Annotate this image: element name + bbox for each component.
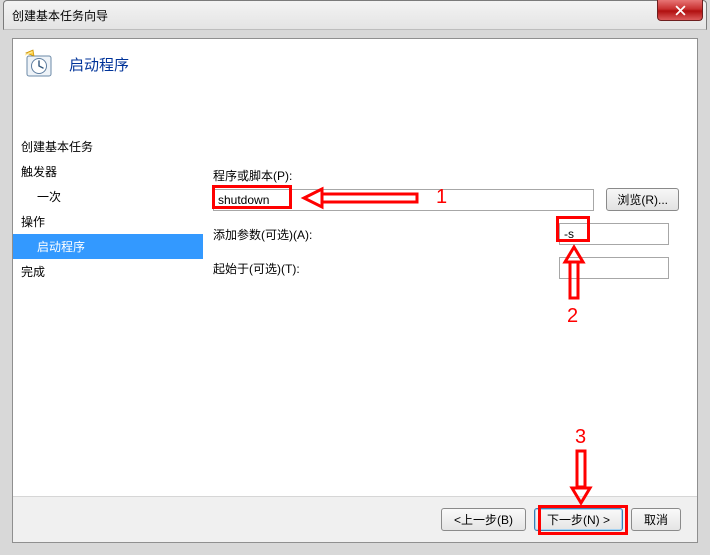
- wizard-header: 启动程序: [13, 39, 697, 89]
- wizard-button-bar: <上一步(B) 下一步(N) > 取消: [13, 496, 697, 542]
- browse-button[interactable]: 浏览(R)...: [606, 188, 679, 211]
- startin-label: 起始于(可选)(T):: [213, 260, 559, 277]
- back-button[interactable]: <上一步(B): [441, 508, 526, 531]
- startin-input[interactable]: [559, 257, 669, 279]
- title-bar: 创建基本任务向导: [3, 0, 707, 30]
- args-label: 添加参数(可选)(A):: [213, 226, 559, 243]
- page-title: 启动程序: [69, 54, 129, 75]
- program-input[interactable]: [213, 189, 594, 211]
- sidebar-item-start-program[interactable]: 启动程序: [13, 234, 203, 259]
- form-area: 程序或脚本(P): 浏览(R)... 添加参数(可选)(A): 起始于(可选)(…: [213, 167, 679, 291]
- window-title: 创建基本任务向导: [12, 7, 108, 24]
- sidebar-item-action[interactable]: 操作: [13, 209, 203, 234]
- close-icon: [675, 5, 686, 16]
- wizard-panel: 启动程序 创建基本任务 触发器 一次 操作 启动程序 完成 程序或脚本(P): …: [12, 38, 698, 543]
- wizard-icon: [23, 48, 55, 80]
- next-button[interactable]: 下一步(N) >: [534, 508, 623, 531]
- sidebar-item-create-task[interactable]: 创建基本任务: [13, 134, 203, 159]
- sidebar-item-finish[interactable]: 完成: [13, 259, 203, 284]
- cancel-button[interactable]: 取消: [631, 508, 681, 531]
- sidebar-item-trigger-once[interactable]: 一次: [13, 184, 203, 209]
- args-input[interactable]: [559, 223, 669, 245]
- sidebar-item-trigger[interactable]: 触发器: [13, 159, 203, 184]
- close-button[interactable]: [657, 0, 703, 21]
- program-label: 程序或脚本(P):: [213, 167, 679, 184]
- wizard-sidebar: 创建基本任务 触发器 一次 操作 启动程序 完成: [13, 134, 203, 284]
